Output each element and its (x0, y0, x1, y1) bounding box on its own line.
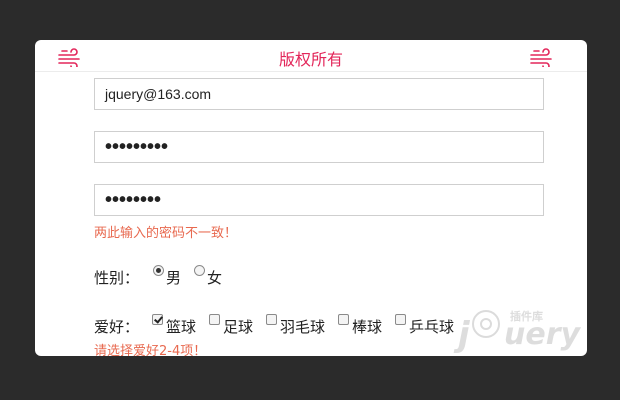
checkbox-pingpong[interactable] (395, 314, 406, 325)
hobby-option-football[interactable]: 足球 (209, 313, 253, 337)
checkbox-basketball[interactable] (152, 314, 163, 325)
wind-icon (530, 48, 552, 67)
radio-male[interactable] (153, 265, 164, 276)
card-header: 版权所有 (35, 40, 587, 72)
gender-option-male[interactable]: 男 (153, 264, 181, 288)
svg-text:j: j (453, 315, 471, 355)
confirm-password-field[interactable]: •••••••• (94, 184, 544, 216)
password-field[interactable]: ••••••••• (94, 131, 544, 163)
hobby-option-basketball[interactable]: 篮球 (152, 313, 196, 337)
gender-option-label: 男 (166, 269, 182, 287)
checkbox-baseball[interactable] (338, 314, 349, 325)
gender-label: 性别： (94, 269, 140, 287)
hobby-option-label: 篮球 (166, 318, 197, 336)
jquery-logo-watermark: j uery 插件库 (453, 309, 581, 355)
hobby-option-label: 棒球 (352, 318, 383, 336)
hobby-option-label: 羽毛球 (280, 318, 326, 336)
hobby-option-baseball[interactable]: 棒球 (338, 313, 382, 337)
hobby-option-label: 足球 (223, 318, 254, 336)
hobby-option-pingpong[interactable]: 乒乓球 (395, 313, 454, 337)
gender-option-female[interactable]: 女 (194, 264, 222, 288)
hobby-label: 爱好： (94, 318, 140, 336)
password-mismatch-error: 两此输入的密码不一致！ (94, 226, 238, 241)
checkbox-badminton[interactable] (266, 314, 277, 325)
header-title: 版权所有 (278, 50, 343, 69)
hobby-option-badminton[interactable]: 羽毛球 (266, 313, 325, 337)
checkbox-football[interactable] (209, 314, 220, 325)
svg-text:插件库: 插件库 (510, 309, 543, 323)
hobby-error: 请选择爱好2-4项！ (94, 344, 207, 356)
email-field[interactable]: jquery@163.com (94, 78, 544, 110)
radio-female[interactable] (194, 265, 205, 276)
gender-option-label: 女 (207, 269, 223, 287)
hobby-option-label: 乒乓球 (409, 318, 455, 336)
